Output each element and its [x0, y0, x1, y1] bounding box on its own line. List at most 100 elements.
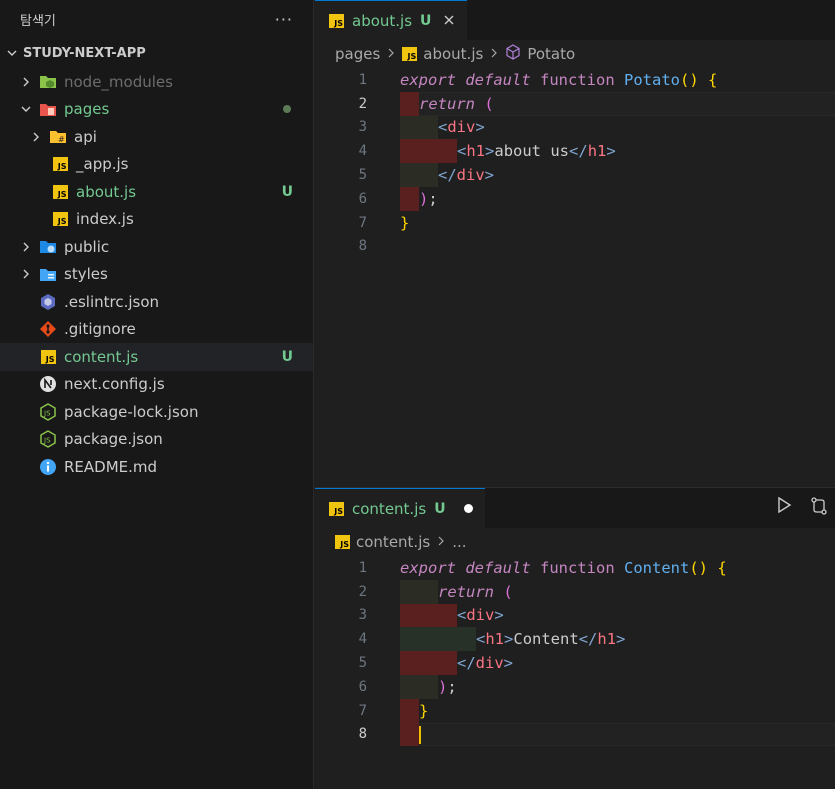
untracked-badge: U	[420, 12, 432, 29]
breadcrumb-item[interactable]: Potato	[527, 45, 575, 63]
git-icon	[38, 320, 58, 338]
javascript-file-icon: JS	[50, 210, 70, 228]
tree-item-pages[interactable]: pages	[0, 96, 313, 124]
tab-about-js[interactable]: JS about.js U	[315, 0, 468, 40]
svg-text:JS: JS	[43, 409, 51, 417]
tree-item-api[interactable]: # api	[0, 123, 313, 151]
editor-actions	[775, 496, 829, 520]
run-icon[interactable]	[775, 496, 793, 520]
pages-folder-icon	[38, 100, 58, 118]
chevron-right-icon	[18, 266, 34, 282]
tree-item-label: package-lock.json	[64, 402, 199, 421]
tree-item-index-js[interactable]: JS index.js	[0, 206, 313, 234]
tree-item-label: next.config.js	[64, 375, 165, 394]
code-line: 1 export default function Potato() {	[315, 68, 835, 92]
code-text: <div>	[457, 606, 504, 625]
code-editor[interactable]: 1 export default function Content() { 2 …	[315, 556, 835, 747]
current-line-highlight	[400, 722, 835, 747]
line-number: 8	[358, 726, 367, 743]
breadcrumb-item[interactable]: pages	[335, 45, 380, 63]
eslint-icon	[38, 293, 58, 311]
code-text: return (	[438, 582, 513, 601]
line-number: 4	[358, 631, 367, 648]
code-text: return (	[419, 94, 494, 113]
untracked-badge: U	[281, 348, 293, 365]
code-line: 1 export default function Content() {	[315, 556, 835, 580]
code-line: 5 </div>	[315, 163, 835, 187]
compare-changes-icon[interactable]	[809, 496, 829, 520]
breadcrumb-item[interactable]: about.js	[423, 45, 483, 63]
line-number: 4	[358, 143, 367, 160]
tree-item-readme[interactable]: README.md	[0, 453, 313, 481]
tree-item-package-json[interactable]: JS package.json	[0, 426, 313, 454]
indent-error-highlight	[400, 698, 419, 723]
code-text: </div>	[438, 166, 495, 185]
chevron-right-icon	[489, 47, 499, 62]
indent-highlight	[400, 163, 438, 187]
line-number: 2	[358, 95, 367, 112]
editor-group-bottom: JS content.js U JS content.js ... 1 expo…	[315, 487, 835, 789]
code-editor[interactable]: 1 export default function Potato() { 2 r…	[315, 68, 835, 258]
tree-item-app-js[interactable]: JS _app.js	[0, 151, 313, 179]
tree-item-gitignore[interactable]: .gitignore	[0, 316, 313, 344]
javascript-file-icon: JS	[402, 47, 418, 61]
svg-text:#: #	[58, 135, 65, 144]
modified-dot-badge	[283, 105, 291, 114]
workspace-root[interactable]: STUDY-NEXT-APP	[0, 38, 313, 68]
indent-error-highlight	[400, 91, 419, 116]
code-text: export default function Potato() {	[400, 70, 718, 89]
indent-highlight	[400, 627, 476, 652]
code-text: }	[419, 701, 429, 720]
indent-highlight	[400, 579, 438, 604]
tab-content-js[interactable]: JS content.js U	[315, 488, 485, 528]
api-folder-icon: #	[48, 128, 68, 146]
tree-item-label: README.md	[64, 457, 158, 476]
tree-item-public[interactable]: public	[0, 233, 313, 261]
tree-item-node-modules[interactable]: node_modules	[0, 68, 313, 96]
breadcrumb-item[interactable]: ...	[452, 533, 466, 551]
tree-item-styles[interactable]: styles	[0, 261, 313, 289]
tree-item-label: content.js	[64, 347, 139, 366]
tree-item-label: index.js	[76, 210, 134, 229]
breadcrumb-item[interactable]: content.js	[356, 533, 430, 551]
tree-item-label: .gitignore	[64, 320, 136, 339]
indent-error-highlight	[400, 651, 457, 675]
indent-error-highlight	[400, 139, 457, 164]
styles-folder-icon	[38, 265, 58, 283]
indent-error-highlight	[400, 722, 419, 747]
line-number: 8	[358, 238, 367, 255]
javascript-file-icon: JS	[38, 348, 58, 366]
tree-item-content-js[interactable]: JS content.js U	[0, 343, 313, 371]
close-icon[interactable]	[443, 11, 455, 30]
tree-item-package-lock[interactable]: JS package-lock.json	[0, 398, 313, 426]
code-line: 6 );	[315, 186, 835, 211]
code-line: 2 return (	[315, 579, 835, 604]
tree-item-eslintrc[interactable]: .eslintrc.json	[0, 288, 313, 316]
tree-item-label: package.json	[64, 430, 163, 449]
tree-item-about-js[interactable]: JS about.js U	[0, 178, 313, 206]
line-number: 2	[358, 583, 367, 600]
tab-label: about.js	[352, 11, 413, 30]
unsaved-dot-icon[interactable]	[463, 504, 473, 513]
chevron-right-icon	[28, 129, 44, 145]
nodejs-icon: JS	[38, 402, 58, 421]
more-actions-button[interactable]: ···	[275, 10, 293, 29]
svg-text:JS: JS	[43, 437, 51, 445]
nextjs-icon	[38, 375, 58, 393]
tree-item-label: styles	[64, 265, 108, 284]
code-text: export default function Content() {	[400, 558, 727, 577]
code-line: 4 <h1>about us</h1>	[315, 139, 835, 164]
javascript-file-icon: JS	[50, 155, 70, 173]
info-icon	[38, 458, 58, 476]
javascript-file-icon: JS	[329, 501, 344, 516]
code-line-current: 2 return (	[315, 91, 835, 116]
breadcrumb: pages JS about.js Potato	[315, 40, 835, 68]
tree-item-next-config[interactable]: next.config.js	[0, 371, 313, 399]
line-number: 5	[358, 167, 367, 184]
code-line: 3 <div>	[315, 603, 835, 628]
code-line-current: 8	[315, 722, 835, 747]
public-folder-icon	[38, 238, 58, 256]
line-number: 1	[358, 559, 367, 576]
text-cursor	[419, 725, 421, 744]
code-text: <div>	[438, 118, 485, 137]
